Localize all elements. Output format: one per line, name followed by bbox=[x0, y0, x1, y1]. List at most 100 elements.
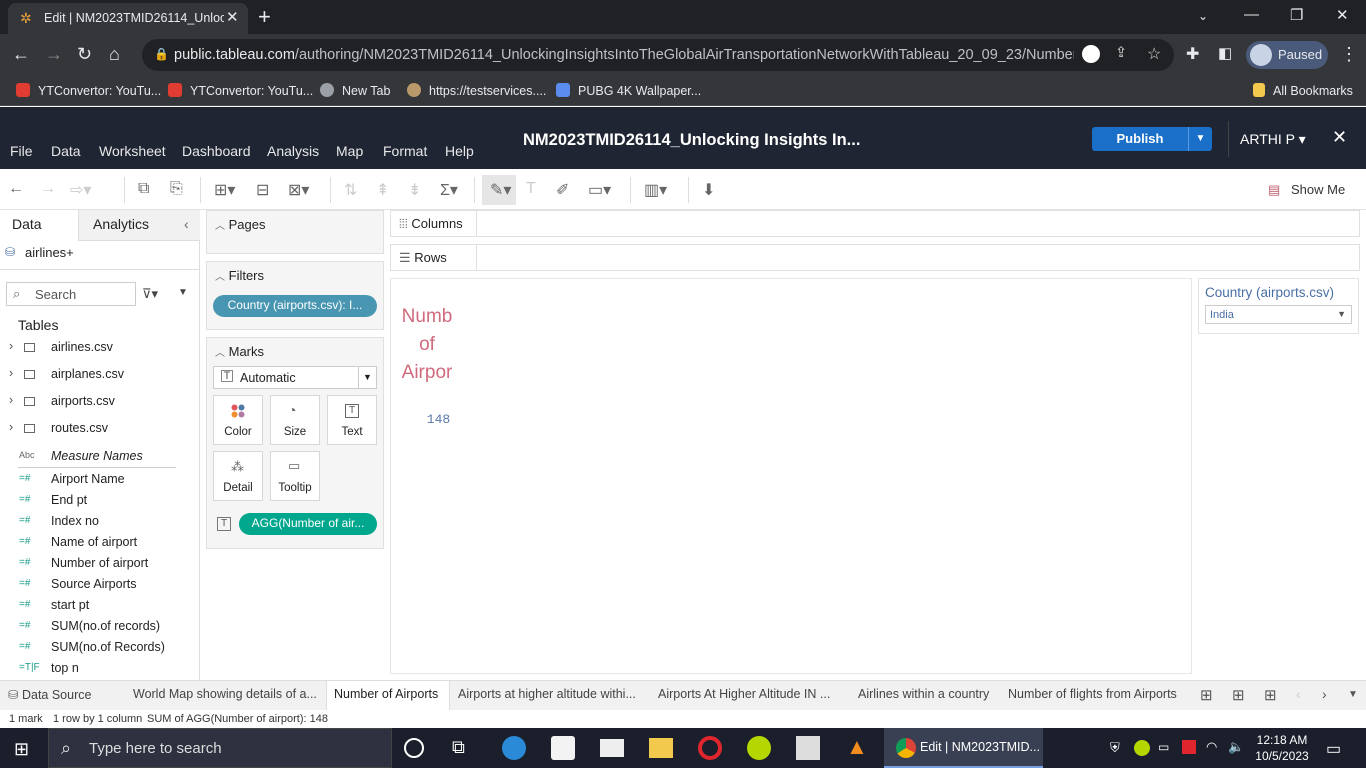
chevron-right-icon[interactable]: › bbox=[9, 339, 13, 353]
all-bookmarks[interactable]: All Bookmarks bbox=[1253, 83, 1353, 98]
field-item[interactable]: =T|F top n bbox=[0, 659, 200, 679]
tooltip-button[interactable]: ▭ Tooltip bbox=[270, 451, 320, 501]
field-item[interactable]: =# SUM(no.of Records) bbox=[0, 638, 200, 658]
chrome-taskbar-item[interactable]: Edit | NM2023TMID... bbox=[884, 728, 1043, 768]
tray-red-icon[interactable] bbox=[1182, 740, 1196, 754]
duplicate-sheet-icon[interactable]: ⊟ bbox=[256, 180, 269, 200]
table-item[interactable]: › airlines.csv bbox=[0, 336, 200, 360]
notifications-icon[interactable]: ▭ bbox=[1326, 739, 1341, 759]
chevron-right-icon[interactable]: › bbox=[9, 393, 13, 407]
extensions-icon[interactable]: ✚ bbox=[1186, 44, 1199, 64]
field-item[interactable]: =# Number of airport bbox=[0, 554, 200, 574]
format-icon[interactable]: ✐ bbox=[556, 180, 569, 200]
measure-header[interactable]: Numb of Airpor bbox=[399, 303, 455, 387]
redo-icon[interactable]: → bbox=[40, 180, 56, 198]
wifi-icon[interactable]: ◠ bbox=[1206, 739, 1217, 755]
scroll-left-icon[interactable]: ‹ bbox=[1296, 686, 1301, 702]
field-measure-names[interactable]: Abc Measure Names bbox=[0, 447, 200, 467]
bookmark-item[interactable]: New Tab bbox=[320, 83, 390, 98]
app-icon[interactable] bbox=[747, 736, 771, 760]
menu-map[interactable]: Map bbox=[336, 143, 363, 159]
side-panel-icon[interactable]: ◧ bbox=[1218, 44, 1232, 62]
home-icon[interactable]: ⌂ bbox=[109, 44, 120, 65]
new-dashboard-icon[interactable]: ⊞ bbox=[1232, 686, 1245, 704]
menu-analysis[interactable]: Analysis bbox=[267, 143, 319, 159]
columns-shelf[interactable]: ⦙⦙⦙ Columns bbox=[390, 210, 1360, 237]
close-window-icon[interactable]: ✕ bbox=[1336, 6, 1349, 24]
sheet-tab[interactable]: Airports At Higher Altitude IN ... bbox=[658, 681, 840, 710]
sort-asc-icon[interactable]: ⇞ bbox=[376, 180, 389, 200]
new-worksheet-icon[interactable]: ⊞▾ bbox=[214, 180, 235, 200]
opera-icon[interactable] bbox=[698, 736, 722, 760]
tab-data[interactable]: Data bbox=[12, 216, 42, 232]
download-icon[interactable]: ⬇ bbox=[702, 180, 715, 200]
filter-fields-icon[interactable]: ⊽▾ bbox=[142, 286, 158, 302]
menu-format[interactable]: Format bbox=[383, 143, 427, 159]
sheet-tab-active[interactable]: Number of Airports bbox=[326, 681, 450, 710]
field-item[interactable]: =# Name of airport bbox=[0, 533, 200, 553]
detail-button[interactable]: ⁂ Detail bbox=[213, 451, 263, 501]
filter-pill-country[interactable]: Country (airports.csv): I... bbox=[213, 295, 377, 317]
publish-button[interactable]: Publish ▼ bbox=[1092, 127, 1212, 151]
chevron-right-icon[interactable]: › bbox=[9, 420, 13, 434]
table-item[interactable]: › airports.csv bbox=[0, 390, 200, 414]
new-story-icon[interactable]: ⊞ bbox=[1264, 686, 1277, 704]
country-dropdown[interactable]: India ▼ bbox=[1205, 305, 1352, 324]
field-item[interactable]: =# Index no bbox=[0, 512, 200, 532]
bookmark-star-icon[interactable]: ☆ bbox=[1147, 44, 1161, 64]
totals-icon[interactable]: Σ▾ bbox=[440, 180, 458, 200]
search-field[interactable]: ⌕ Search bbox=[6, 282, 136, 306]
clock[interactable]: 12:18 AM 10/5/2023 bbox=[1250, 732, 1314, 764]
swap-icon[interactable]: ⇅ bbox=[344, 180, 357, 200]
address-bar[interactable]: 🔒 public.tableau.com/authoring/NM2023TMI… bbox=[142, 39, 1174, 71]
bookmark-item[interactable]: PUBG 4K Wallpaper... bbox=[556, 83, 701, 98]
bookmark-item[interactable]: YTConvertor: YouTu... bbox=[16, 83, 161, 98]
undo-icon[interactable]: ← bbox=[8, 180, 24, 198]
close-tab-icon[interactable]: ✕ bbox=[226, 8, 239, 26]
field-item[interactable]: =# start pt bbox=[0, 596, 200, 616]
menu-help[interactable]: Help bbox=[445, 143, 474, 159]
tab-search-icon[interactable]: ⌄ bbox=[1198, 9, 1208, 23]
tray-app-icon[interactable] bbox=[1134, 740, 1150, 756]
minimize-icon[interactable]: — bbox=[1244, 6, 1259, 23]
forward-icon[interactable]: → bbox=[45, 44, 63, 65]
field-item[interactable]: =# Airport Name bbox=[0, 470, 200, 490]
pane-menu-icon[interactable]: ▼ bbox=[178, 287, 188, 298]
show-me-button[interactable]: Show Me bbox=[1291, 182, 1345, 197]
color-button[interactable]: Color bbox=[213, 395, 263, 445]
close-editor-icon[interactable]: ✕ bbox=[1332, 127, 1347, 148]
chevron-down-icon[interactable]: ▼ bbox=[1337, 309, 1346, 319]
field-item[interactable]: =# Source Airports bbox=[0, 575, 200, 595]
sheets-menu-icon[interactable]: ▼ bbox=[1348, 689, 1358, 700]
scroll-right-icon[interactable]: › bbox=[1322, 686, 1327, 702]
browser-tab[interactable]: ✲ Edit | NM2023TMID26114_Unlock ✕ bbox=[8, 3, 248, 34]
google-icon[interactable] bbox=[1082, 45, 1100, 63]
clear-sheet-icon[interactable]: ⊠▾ bbox=[288, 180, 309, 200]
back-icon[interactable]: ← bbox=[12, 44, 30, 65]
sheet-tab[interactable]: World Map showing details of a... bbox=[133, 681, 321, 710]
volume-icon[interactable]: 🔈 bbox=[1228, 739, 1244, 755]
reload-icon[interactable]: ↻ bbox=[77, 44, 92, 65]
profile-button[interactable]: Paused bbox=[1246, 41, 1328, 69]
field-item[interactable]: =# End pt bbox=[0, 491, 200, 511]
replay-icon[interactable]: ⇨▾ bbox=[70, 180, 91, 200]
edge-icon[interactable] bbox=[502, 736, 526, 760]
taskbar-search[interactable]: ⌕ Type here to search bbox=[48, 728, 392, 768]
collapse-icon[interactable]: ︿ bbox=[215, 221, 225, 232]
store-icon[interactable] bbox=[551, 736, 575, 760]
security-icon[interactable]: ⛨ bbox=[1110, 740, 1120, 756]
menu-file[interactable]: File bbox=[10, 143, 33, 159]
windows-start-icon[interactable]: ⊞ bbox=[14, 739, 29, 760]
mark-type-select[interactable]: T Automatic ▼ bbox=[213, 366, 377, 389]
sheet-tab[interactable]: Airlines within a country bbox=[858, 681, 998, 710]
field-item[interactable]: =# SUM(no.of records) bbox=[0, 617, 200, 637]
measure-pill[interactable]: AGG(Number of air... bbox=[239, 513, 377, 535]
collapse-icon[interactable]: ︿ bbox=[215, 348, 225, 359]
rows-shelf[interactable]: ☰ Rows bbox=[390, 244, 1360, 271]
new-tab-icon[interactable]: + bbox=[258, 4, 271, 30]
battery-icon[interactable]: ▭ bbox=[1158, 740, 1169, 754]
menu-worksheet[interactable]: Worksheet bbox=[99, 143, 166, 159]
chevron-right-icon[interactable]: › bbox=[9, 366, 13, 380]
sort-desc-icon[interactable]: ⇟ bbox=[408, 180, 421, 200]
bookmark-item[interactable]: https://testservices.... bbox=[407, 83, 546, 98]
